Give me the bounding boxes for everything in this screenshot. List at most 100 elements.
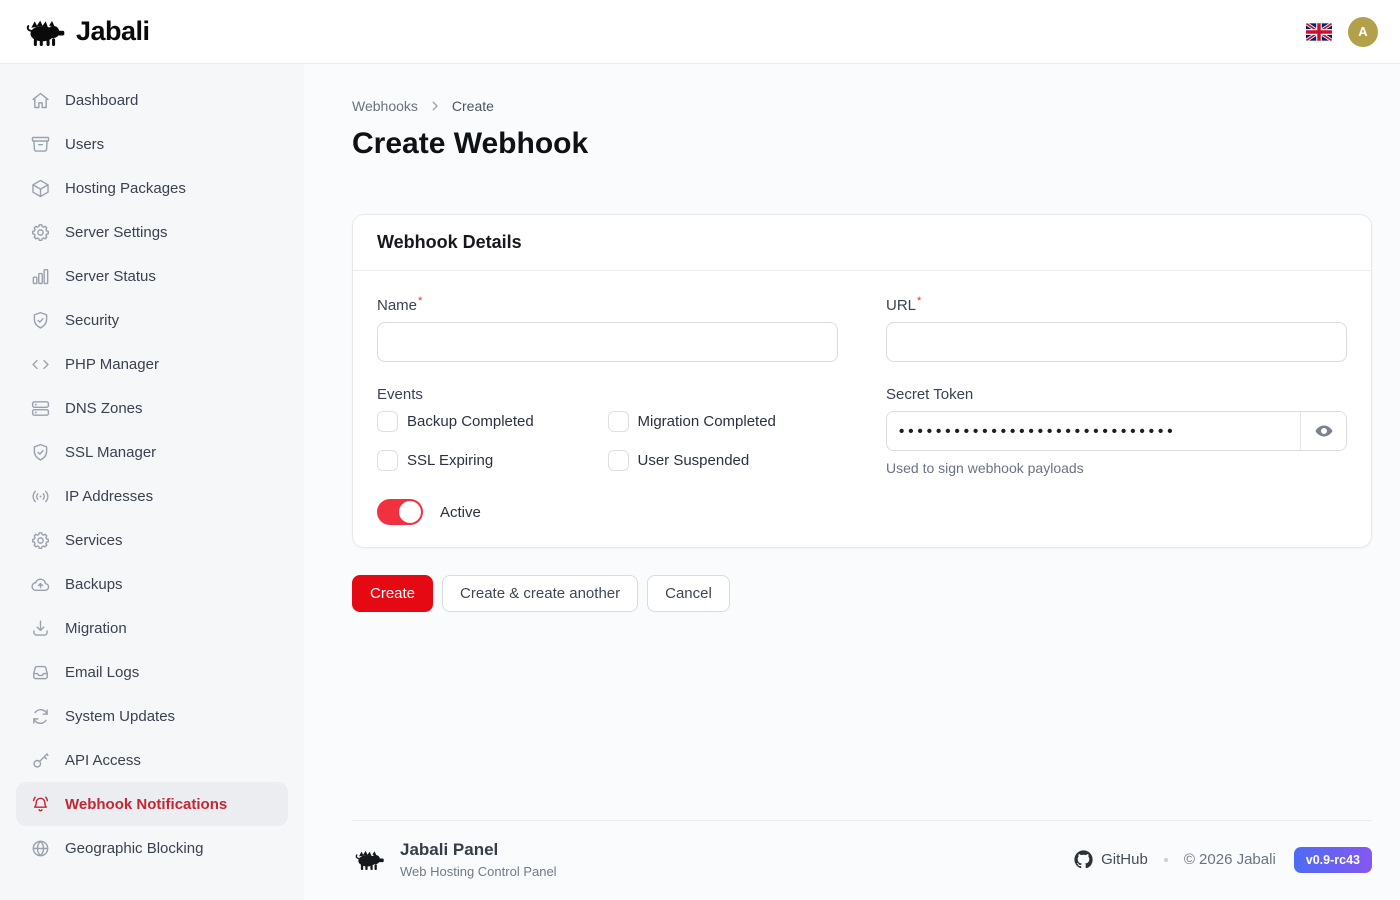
cloud-upload-icon — [30, 574, 51, 595]
eye-icon — [1314, 421, 1334, 441]
sidebar-item-geographic-blocking[interactable]: Geographic Blocking — [16, 826, 288, 870]
sidebar-item-label: PHP Manager — [65, 356, 159, 373]
events-options: Backup Completed Migration Completed SSL E… — [377, 411, 838, 471]
sidebar: Dashboard Users Hosting Packages Server Set… — [0, 64, 304, 900]
secret-token-field — [886, 411, 1347, 451]
event-checkbox-backup-completed[interactable]: Backup Completed — [377, 411, 608, 432]
toggle-knob — [399, 501, 421, 523]
active-toggle-row: Active — [377, 499, 838, 525]
cube-icon — [30, 178, 51, 199]
footer-subtitle: Web Hosting Control Panel — [400, 864, 557, 879]
sidebar-item-webhook-notifications[interactable]: Webhook Notifications — [16, 782, 288, 826]
events-group: Events Backup Completed Migration Complet… — [377, 386, 838, 525]
sidebar-item-hosting-packages[interactable]: Hosting Packages — [16, 166, 288, 210]
sidebar-item-label: SSL Manager — [65, 444, 156, 461]
shield-check-icon — [30, 310, 51, 331]
top-bar: Jabali A — [0, 0, 1400, 64]
archive-box-icon — [30, 134, 51, 155]
sidebar-item-api-access[interactable]: API Access — [16, 738, 288, 782]
footer-brand: Jabali Panel — [400, 840, 557, 860]
sidebar-item-backups[interactable]: Backups — [16, 562, 288, 606]
sidebar-item-label: Users — [65, 136, 104, 153]
sidebar-item-users[interactable]: Users — [16, 122, 288, 166]
copyright-text: © 2026 Jabali — [1184, 851, 1276, 868]
checkbox-icon — [377, 411, 398, 432]
event-checkbox-user-suspended[interactable]: User Suspended — [608, 450, 839, 471]
url-label: URL* — [886, 295, 1347, 314]
event-checkbox-migration-completed[interactable]: Migration Completed — [608, 411, 839, 432]
sidebar-item-security[interactable]: Security — [16, 298, 288, 342]
reveal-token-button[interactable] — [1300, 412, 1346, 450]
sidebar-item-label: DNS Zones — [65, 400, 143, 417]
event-checkbox-label: Backup Completed — [407, 413, 534, 430]
sidebar-item-migration[interactable]: Migration — [16, 606, 288, 650]
download-tray-icon — [30, 618, 51, 639]
bar-chart-icon — [30, 266, 51, 287]
version-badge: v0.9-rc43 — [1294, 847, 1372, 873]
event-checkbox-label: SSL Expiring — [407, 452, 493, 469]
secret-token-label: Secret Token — [886, 386, 1347, 403]
name-label: Name* — [377, 295, 838, 314]
sidebar-item-services[interactable]: Services — [16, 518, 288, 562]
dot-separator — [1164, 858, 1168, 862]
shield-check-icon — [30, 442, 51, 463]
sidebar-item-ssl-manager[interactable]: SSL Manager — [16, 430, 288, 474]
boar-icon — [22, 17, 66, 47]
sidebar-item-system-updates[interactable]: System Updates — [16, 694, 288, 738]
sidebar-item-label: System Updates — [65, 708, 175, 725]
sidebar-item-email-logs[interactable]: Email Logs — [16, 650, 288, 694]
brand-logo[interactable]: Jabali — [22, 16, 150, 47]
sidebar-item-ip-addresses[interactable]: IP Addresses — [16, 474, 288, 518]
sidebar-item-label: Email Logs — [65, 664, 139, 681]
event-checkbox-label: Migration Completed — [638, 413, 776, 430]
sidebar-item-label: Backups — [65, 576, 123, 593]
sidebar-item-label: Security — [65, 312, 119, 329]
event-checkbox-label: User Suspended — [638, 452, 750, 469]
sidebar-item-dashboard[interactable]: Dashboard — [16, 78, 288, 122]
home-icon — [30, 90, 51, 111]
breadcrumb-create[interactable]: Create — [452, 98, 494, 114]
bell-alert-icon — [30, 794, 51, 815]
sidebar-item-server-settings[interactable]: Server Settings — [16, 210, 288, 254]
checkbox-icon — [608, 450, 629, 471]
active-label: Active — [440, 504, 481, 521]
event-checkbox-ssl-expiring[interactable]: SSL Expiring — [377, 450, 608, 471]
sidebar-item-server-status[interactable]: Server Status — [16, 254, 288, 298]
events-label: Events — [377, 386, 838, 403]
card-title: Webhook Details — [353, 215, 1371, 271]
checkbox-icon — [377, 450, 398, 471]
boar-icon — [352, 848, 385, 871]
sidebar-item-label: API Access — [65, 752, 141, 769]
user-avatar[interactable]: A — [1348, 17, 1378, 47]
code-brackets-icon — [30, 354, 51, 375]
name-input[interactable] — [377, 322, 838, 362]
webhook-details-card: Webhook Details Name* URL* Events Backup… — [352, 214, 1372, 548]
sidebar-item-label: Hosting Packages — [65, 180, 186, 197]
secret-token-input[interactable] — [887, 412, 1300, 450]
form-left-column: Name* — [377, 295, 838, 362]
page-title: Create Webhook — [352, 127, 1372, 161]
breadcrumb-webhooks[interactable]: Webhooks — [352, 98, 418, 114]
sidebar-item-php-manager[interactable]: PHP Manager — [16, 342, 288, 386]
github-icon — [1074, 850, 1093, 869]
refresh-icon — [30, 706, 51, 727]
inbox-icon — [30, 662, 51, 683]
server-stack-icon — [30, 398, 51, 419]
create-button[interactable]: Create — [352, 575, 433, 612]
checkbox-icon — [608, 411, 629, 432]
secret-token-group: Secret Token Used to sign webhook payloa… — [886, 386, 1347, 525]
signal-icon — [30, 486, 51, 507]
gear-icon — [30, 530, 51, 551]
url-input[interactable] — [886, 322, 1347, 362]
footer: Jabali Panel Web Hosting Control Panel G… — [352, 820, 1372, 900]
active-toggle[interactable] — [377, 499, 423, 525]
sidebar-item-label: Webhook Notifications — [65, 796, 227, 813]
create-another-button[interactable]: Create & create another — [442, 575, 638, 612]
github-link[interactable]: GitHub — [1074, 850, 1148, 869]
language-flag-icon[interactable] — [1306, 23, 1332, 41]
form-actions: Create Create & create another Cancel — [352, 575, 1372, 612]
cancel-button[interactable]: Cancel — [647, 575, 730, 612]
sidebar-item-label: Geographic Blocking — [65, 840, 203, 857]
sidebar-item-label: Dashboard — [65, 92, 138, 109]
sidebar-item-dns-zones[interactable]: DNS Zones — [16, 386, 288, 430]
